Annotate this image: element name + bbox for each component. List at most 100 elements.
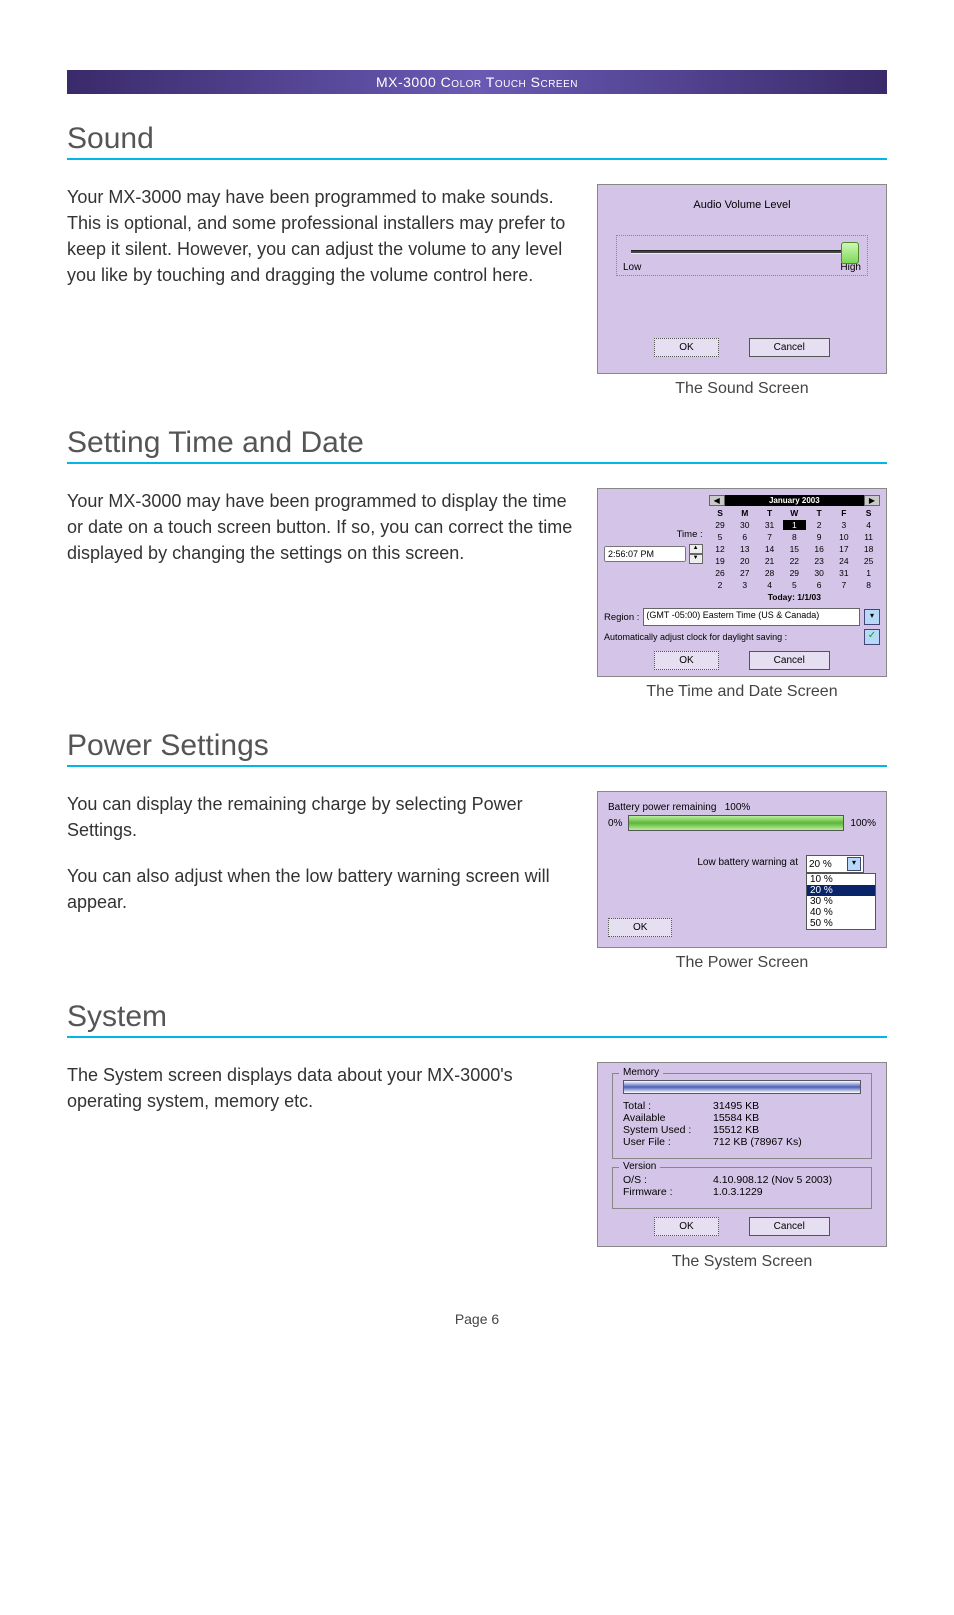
low-battery-option[interactable]: 10 % (807, 874, 875, 885)
cal-day[interactable]: 8 (857, 580, 880, 590)
battery-bar-right: 100% (850, 818, 876, 829)
cal-day[interactable]: 13 (733, 544, 756, 554)
mem-sys-v: 15512 KB (713, 1124, 759, 1136)
region-label: Region : (604, 612, 639, 623)
region-select[interactable]: (GMT -05:00) Eastern Time (US & Canada) (643, 608, 860, 626)
cal-day[interactable]: 11 (857, 532, 880, 542)
low-battery-option[interactable]: 50 % (807, 918, 875, 929)
time-spin-up[interactable]: ▲ (689, 544, 703, 554)
cal-dow: W (783, 508, 806, 518)
dropdown-icon[interactable]: ▾ (847, 857, 861, 871)
cal-day[interactable]: 10 (832, 532, 855, 542)
sound-panel-title: Audio Volume Level (598, 185, 886, 211)
low-battery-select[interactable]: 20 % ▾ (806, 855, 864, 873)
cal-prev-button[interactable]: ◀ (709, 495, 725, 506)
calendar[interactable]: ◀ January 2003 ▶ SMTWTFS2930311234567891… (709, 495, 880, 602)
cal-day[interactable]: 2 (808, 520, 831, 530)
cal-day[interactable]: 1 (783, 520, 806, 530)
memory-legend: Memory (619, 1067, 663, 1078)
cal-day[interactable]: 16 (808, 544, 831, 554)
cal-day[interactable]: 14 (758, 544, 781, 554)
cal-day[interactable]: 28 (758, 568, 781, 578)
cal-day[interactable]: 6 (808, 580, 831, 590)
time-caption: The Time and Date Screen (646, 683, 837, 701)
cal-day[interactable]: 23 (808, 556, 831, 566)
cal-dow: M (733, 508, 756, 518)
cal-day[interactable]: 3 (832, 520, 855, 530)
sound-cancel-button[interactable]: Cancel (749, 338, 830, 357)
cal-today-label: Today: 1/1/03 (709, 592, 880, 602)
volume-thumb[interactable] (841, 242, 859, 264)
power-panel: Battery power remaining 100% 0% 100% Low… (597, 791, 887, 948)
low-battery-option[interactable]: 30 % (807, 896, 875, 907)
power-body-2: You can also adjust when the low battery… (67, 863, 577, 915)
volume-slider[interactable]: Low High (616, 235, 868, 276)
cal-day[interactable]: 30 (733, 520, 756, 530)
sound-panel: Audio Volume Level Low High OK Cancel (597, 184, 887, 374)
slider-low-label: Low (623, 262, 641, 273)
cal-day[interactable]: 4 (857, 520, 880, 530)
fw-v: 1.0.3.1229 (713, 1186, 763, 1198)
mem-total-v: 31495 KB (713, 1100, 759, 1112)
cal-next-button[interactable]: ▶ (864, 495, 880, 506)
time-input[interactable] (604, 546, 686, 562)
time-body: Your MX-3000 may have been programmed to… (67, 488, 577, 566)
cal-day[interactable]: 4 (758, 580, 781, 590)
cal-day[interactable]: 7 (758, 532, 781, 542)
cal-dow: S (857, 508, 880, 518)
time-panel: Time : ▲ ▼ ◀ January 2003 (597, 488, 887, 677)
memory-bar (623, 1080, 861, 1094)
cal-day[interactable]: 7 (832, 580, 855, 590)
section-heading-time: Setting Time and Date (67, 426, 887, 464)
time-spin-down[interactable]: ▼ (689, 554, 703, 564)
system-body: The System screen displays data about yo… (67, 1062, 577, 1114)
cal-day[interactable]: 29 (709, 520, 732, 530)
mem-avail-k: Available (623, 1112, 713, 1124)
cal-day[interactable]: 5 (783, 580, 806, 590)
cal-day[interactable]: 26 (709, 568, 732, 578)
cal-day[interactable]: 21 (758, 556, 781, 566)
cal-day[interactable]: 12 (709, 544, 732, 554)
section-heading-sound: Sound (67, 122, 887, 160)
cal-day[interactable]: 31 (758, 520, 781, 530)
cal-day[interactable]: 17 (832, 544, 855, 554)
cal-day[interactable]: 2 (709, 580, 732, 590)
battery-remaining-value: 100% (725, 802, 751, 813)
time-ok-button[interactable]: OK (654, 651, 718, 670)
cal-day[interactable]: 20 (733, 556, 756, 566)
cal-day[interactable]: 3 (733, 580, 756, 590)
low-battery-options[interactable]: 10 %20 %30 %40 %50 % (806, 873, 876, 930)
cal-day[interactable]: 24 (832, 556, 855, 566)
version-legend: Version (619, 1161, 660, 1172)
cal-day[interactable]: 29 (783, 568, 806, 578)
cal-day[interactable]: 22 (783, 556, 806, 566)
time-cancel-button[interactable]: Cancel (749, 651, 830, 670)
cal-dow: T (758, 508, 781, 518)
low-battery-option[interactable]: 40 % (807, 907, 875, 918)
sound-ok-button[interactable]: OK (654, 338, 718, 357)
cal-day[interactable]: 8 (783, 532, 806, 542)
cal-day[interactable]: 1 (857, 568, 880, 578)
dst-checkbox[interactable]: ✓ (864, 629, 880, 645)
cal-dow: T (808, 508, 831, 518)
system-panel: Memory Total :31495 KB Available15584 KB… (597, 1062, 887, 1247)
system-ok-button[interactable]: OK (654, 1217, 718, 1236)
section-heading-system: System (67, 1000, 887, 1038)
cal-day[interactable]: 18 (857, 544, 880, 554)
cal-day[interactable]: 9 (808, 532, 831, 542)
cal-day[interactable]: 19 (709, 556, 732, 566)
cal-day[interactable]: 27 (733, 568, 756, 578)
cal-day[interactable]: 30 (808, 568, 831, 578)
cal-day[interactable]: 31 (832, 568, 855, 578)
cal-day[interactable]: 5 (709, 532, 732, 542)
cal-day[interactable]: 6 (733, 532, 756, 542)
low-battery-option[interactable]: 20 % (807, 885, 875, 896)
cal-day[interactable]: 15 (783, 544, 806, 554)
region-dropdown-icon[interactable]: ▾ (864, 609, 880, 625)
cal-day[interactable]: 25 (857, 556, 880, 566)
battery-bar (628, 815, 844, 831)
power-ok-button[interactable]: OK (608, 918, 672, 937)
battery-remaining-label: Battery power remaining (608, 802, 716, 813)
page-header: MX-3000 Color Touch Screen (67, 70, 887, 94)
system-cancel-button[interactable]: Cancel (749, 1217, 830, 1236)
